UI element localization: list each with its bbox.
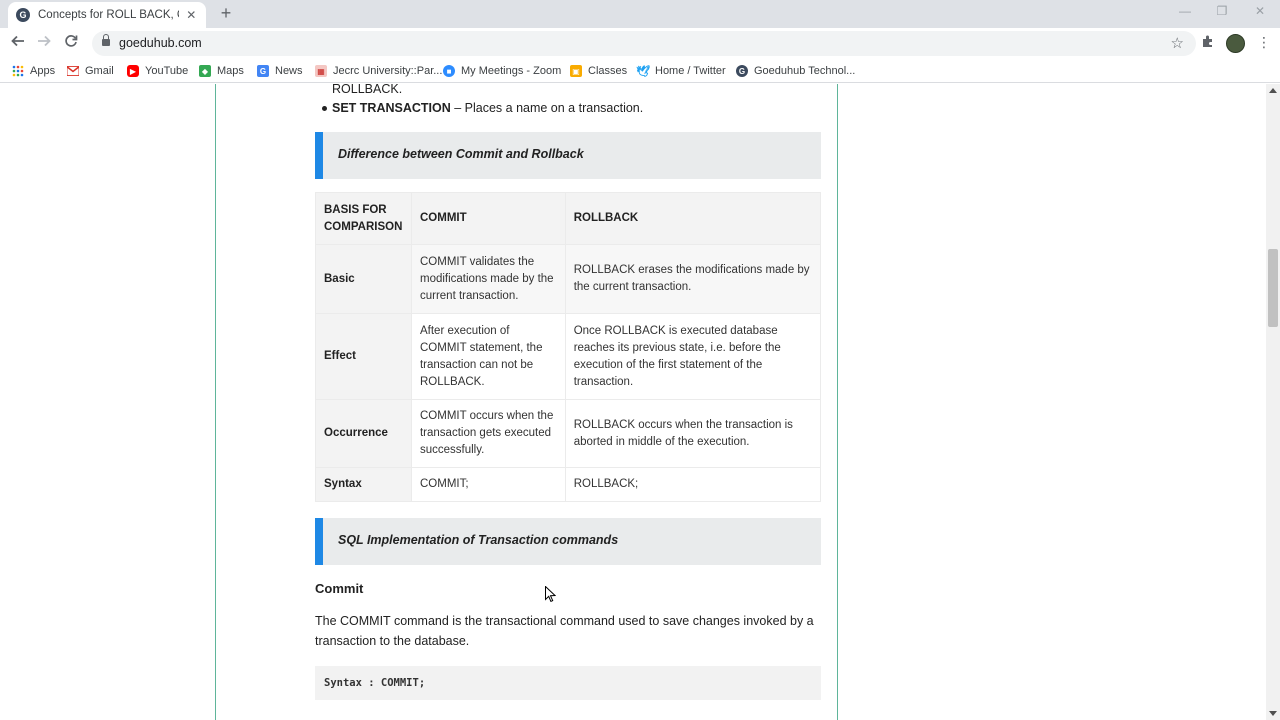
- comparison-table: BASIS FOR COMPARISON COMMIT ROLLBACK Bas…: [315, 192, 822, 502]
- url-text: goeduhub.com: [119, 36, 202, 50]
- table-cell: ROLLBACK;: [564, 467, 822, 502]
- bookmark-zoom[interactable]: ■ My Meetings - Zoom: [443, 63, 561, 79]
- table-row: Basic COMMIT validates the modifications…: [315, 244, 822, 314]
- article-content: ROLLBACK. SET TRANSACTION – Places a nam…: [215, 84, 838, 720]
- address-bar[interactable]: goeduhub.com ☆: [92, 31, 1196, 56]
- page-viewport: ROLLBACK. SET TRANSACTION – Places a nam…: [0, 84, 1280, 720]
- column-header: ROLLBACK: [564, 192, 822, 245]
- goeduhub-icon: G: [736, 65, 748, 77]
- row-header: Effect: [315, 313, 412, 400]
- maps-icon: ◆: [199, 65, 211, 77]
- table-row: Occurrence COMMIT occurs when the transa…: [315, 399, 822, 468]
- table-row: Effect After execution of COMMIT stateme…: [315, 313, 822, 400]
- bookmark-news[interactable]: G News: [257, 63, 303, 79]
- restore-icon[interactable]: ❐: [1207, 4, 1237, 22]
- vertical-scrollbar[interactable]: [1266, 84, 1280, 720]
- left-margin: [0, 84, 215, 720]
- bullet-continuation-text: ROLLBACK.: [332, 84, 403, 96]
- table-cell: COMMIT occurs when the transaction gets …: [410, 399, 566, 468]
- row-header: Syntax: [315, 467, 412, 502]
- bookmark-label: Maps: [217, 65, 244, 77]
- table-header-row: BASIS FOR COMPARISON COMMIT ROLLBACK: [315, 192, 822, 245]
- bookmark-label: News: [275, 65, 303, 77]
- lock-icon: [102, 34, 110, 47]
- bookmark-label: Goeduhub Technol...: [754, 65, 856, 77]
- column-header: COMMIT: [410, 192, 566, 245]
- new-tab-icon[interactable]: +: [216, 3, 236, 23]
- tab-strip: G Concepts for ROLL BACK, COMMIT ✕ + — ❐…: [0, 0, 1280, 28]
- bookmark-label: Home / Twitter: [655, 65, 726, 77]
- bookmark-gmail[interactable]: Gmail: [67, 63, 114, 79]
- bookmark-classes[interactable]: ▣ Classes: [570, 63, 627, 79]
- bullet-set-transaction: SET TRANSACTION – Places a name on a tra…: [322, 101, 644, 115]
- bookmark-star-icon[interactable]: ☆: [1171, 34, 1184, 52]
- news-icon: G: [257, 65, 269, 77]
- reload-icon[interactable]: [60, 33, 82, 55]
- extensions-puzzle-icon[interactable]: [1201, 34, 1215, 51]
- commit-heading: Commit: [315, 581, 364, 596]
- browser-toolbar: goeduhub.com ☆ ⋮: [0, 28, 1280, 59]
- commit-paragraph: The COMMIT command is the transactional …: [315, 614, 814, 648]
- table-cell: ROLLBACK occurs when the transaction is …: [564, 399, 822, 468]
- browser-tab-active[interactable]: G Concepts for ROLL BACK, COMMIT ✕: [8, 2, 206, 28]
- zoom-icon: ■: [443, 65, 455, 77]
- bookmarks-bar: Apps Gmail ▶ YouTube ◆ Maps G News ▦ Jecrc U…: [0, 59, 1280, 83]
- table-row: Syntax COMMIT; ROLLBACK;: [315, 467, 822, 502]
- menu-kebab-icon[interactable]: ⋮: [1257, 34, 1271, 51]
- right-margin: [838, 84, 1266, 720]
- bookmark-label: Gmail: [85, 65, 114, 77]
- term-set-transaction: SET TRANSACTION: [332, 101, 451, 115]
- back-arrow-icon[interactable]: [7, 33, 29, 55]
- row-header: Occurrence: [315, 399, 412, 468]
- bullet-dot-icon: [322, 106, 327, 111]
- goeduhub-favicon-icon: G: [16, 8, 30, 22]
- profile-avatar[interactable]: [1226, 34, 1245, 53]
- gmail-icon: [67, 65, 79, 77]
- callout-sql-implementation: SQL Implementation of Transaction comman…: [315, 518, 821, 565]
- row-header: Basic: [315, 244, 412, 314]
- scroll-up-arrow-icon[interactable]: [1269, 88, 1277, 93]
- table-cell: COMMIT validates the modifications made …: [410, 244, 566, 314]
- jecrc-icon: ▦: [315, 65, 327, 77]
- table-cell: COMMIT;: [410, 467, 566, 502]
- bookmark-label: Jecrc University::Par...: [333, 65, 443, 77]
- bookmark-youtube[interactable]: ▶ YouTube: [127, 63, 188, 79]
- bookmark-jecrc[interactable]: ▦ Jecrc University::Par...: [315, 63, 442, 79]
- window-close-icon[interactable]: ✕: [1245, 4, 1275, 22]
- table-cell: After execution of COMMIT statement, the…: [410, 313, 566, 400]
- bookmark-label: Classes: [588, 65, 628, 77]
- syntax-code-block: Syntax : COMMIT;: [315, 666, 821, 700]
- bookmark-apps[interactable]: Apps: [12, 63, 55, 79]
- callout-title: SQL Implementation of Transaction comman…: [338, 533, 619, 547]
- bookmark-label: YouTube: [145, 65, 189, 77]
- tab-close-icon[interactable]: ✕: [185, 8, 198, 22]
- classroom-icon: ▣: [570, 65, 582, 77]
- bookmark-maps[interactable]: ◆ Maps: [199, 63, 244, 79]
- minimize-icon[interactable]: —: [1170, 4, 1200, 22]
- youtube-icon: ▶: [127, 65, 139, 77]
- twitter-icon: 🕊: [636, 65, 650, 78]
- bookmark-label: Apps: [30, 65, 56, 77]
- bookmark-twitter[interactable]: 🕊 Home / Twitter: [636, 63, 726, 79]
- term-description: – Places a name on a transaction.: [450, 101, 644, 115]
- syntax-code: Syntax : COMMIT;: [324, 677, 426, 689]
- table-cell: Once ROLLBACK is executed database reach…: [564, 313, 822, 400]
- apps-grid-icon: [12, 65, 24, 77]
- table-cell: ROLLBACK erases the modifications made b…: [564, 244, 822, 314]
- forward-arrow-icon[interactable]: [33, 33, 55, 55]
- scrollbar-thumb[interactable]: [1268, 249, 1278, 327]
- callout-title: Difference between Commit and Rollback: [338, 147, 584, 161]
- bookmark-goeduhub[interactable]: G Goeduhub Technol...: [736, 63, 855, 79]
- scroll-down-arrow-icon[interactable]: [1269, 711, 1277, 716]
- tab-title: Concepts for ROLL BACK, COMMIT: [38, 9, 179, 21]
- column-header: BASIS FOR COMPARISON: [315, 192, 412, 245]
- callout-difference: Difference between Commit and Rollback: [315, 132, 821, 179]
- bookmark-label: My Meetings - Zoom: [461, 65, 562, 77]
